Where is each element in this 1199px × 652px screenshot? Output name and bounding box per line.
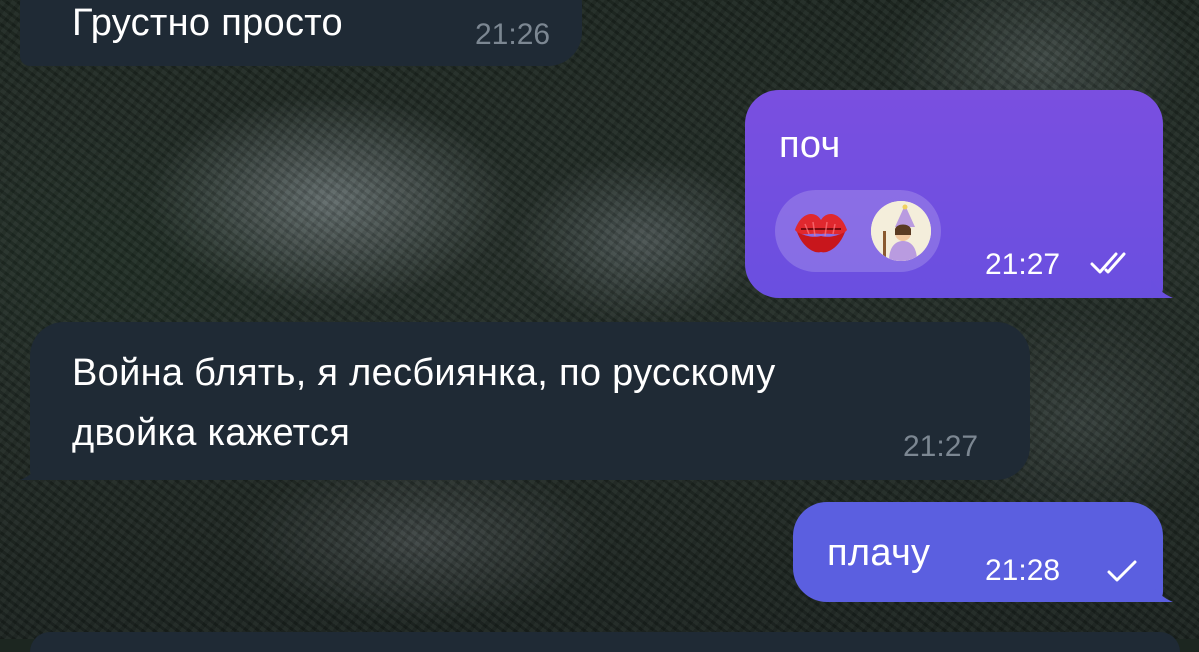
message-bubble-outgoing[interactable]: плачу 21:28	[793, 502, 1173, 602]
message-text-line-1: Война блять, я лесбиянка, по русскому	[72, 352, 776, 394]
message-time: 21:26	[475, 18, 551, 51]
kiss-mark-icon	[795, 214, 847, 253]
message-time: 21:28	[985, 554, 1061, 587]
message-bubble-incoming-partial[interactable]	[30, 632, 1180, 652]
bubble-tail	[1151, 584, 1173, 602]
bubble-tail	[1151, 280, 1173, 298]
message-text: поч	[779, 124, 841, 166]
message-text: плачу	[827, 532, 931, 574]
message-bubble-incoming[interactable]: Война блять, я лесбиянка, по русскому дв…	[20, 322, 1030, 480]
wizard-avatar[interactable]	[871, 201, 931, 261]
check-icon	[1107, 560, 1137, 582]
message-time: 21:27	[985, 248, 1061, 281]
message-bubble-outgoing[interactable]: поч 21:27	[745, 90, 1173, 298]
message-text-line-2: двойка кажется	[72, 412, 351, 454]
reactions-bar[interactable]	[775, 190, 941, 272]
bubble-tail	[20, 462, 42, 480]
message-bubble-incoming[interactable]: Грустно просто 21:26	[20, 0, 582, 66]
message-text: Грустно просто	[72, 2, 343, 44]
double-check-icon	[1090, 252, 1126, 274]
message-time: 21:27	[903, 430, 979, 463]
